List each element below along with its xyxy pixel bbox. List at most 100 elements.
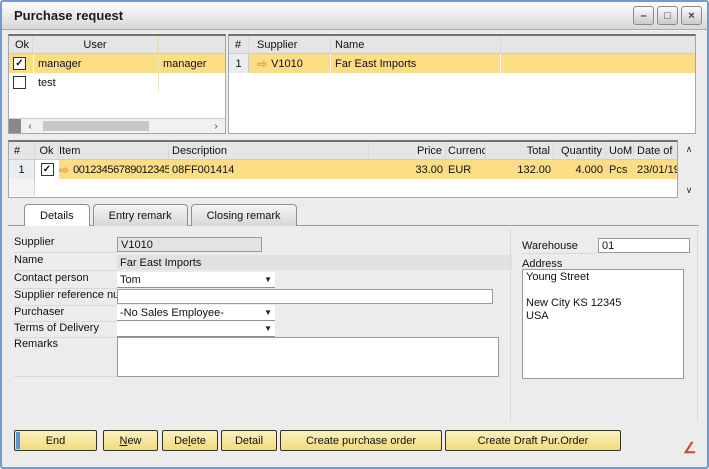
table-row[interactable]: test: [9, 73, 225, 92]
close-icon: ×: [688, 10, 694, 22]
item-currency-cell[interactable]: EUR: [446, 160, 486, 179]
users-table: Ok User ✓ manager manager test ‹ ›: [8, 34, 226, 134]
address-line: New City KS 12345: [526, 297, 680, 310]
items-header-price[interactable]: Price: [369, 142, 446, 159]
items-header-item[interactable]: Item: [59, 142, 169, 159]
panel-divider-right: [697, 230, 698, 422]
delete-button[interactable]: Delete: [162, 430, 218, 451]
check-icon: ✓: [15, 58, 23, 69]
item-date-cell[interactable]: 23/01/19: [634, 160, 677, 179]
new-button-label: ew: [127, 435, 141, 447]
items-header-quantity[interactable]: Quantity: [554, 142, 606, 159]
suppliers-header-extra: [501, 36, 695, 53]
tab-entry-remark[interactable]: Entry remark: [93, 204, 188, 226]
window-title: Purchase request: [14, 2, 123, 30]
suppliers-header-num[interactable]: #: [229, 36, 249, 53]
checkbox-checked[interactable]: ✓: [13, 57, 26, 70]
chevron-down-icon[interactable]: ▼: [264, 324, 272, 333]
item-total-cell[interactable]: 132.00: [486, 160, 554, 179]
supplier-reference-input[interactable]: [117, 289, 493, 304]
maximize-icon: □: [664, 10, 671, 22]
user-cell[interactable]: manager: [33, 54, 158, 73]
supplier-label: Supplier: [14, 236, 117, 253]
chevron-down-icon[interactable]: ▼: [264, 275, 272, 284]
items-header-description[interactable]: Description: [169, 142, 369, 159]
address-textarea[interactable]: Young Street New City KS 12345 USA: [522, 269, 684, 379]
address-line: Young Street: [526, 271, 680, 284]
item-code-cell[interactable]: ⇨ 001234567890123456: [59, 160, 169, 179]
link-arrow-icon[interactable]: ⇨: [59, 163, 69, 177]
scroll-right-icon[interactable]: ›: [210, 119, 222, 133]
contact-person-value: Tom: [120, 274, 141, 286]
scroll-down-icon[interactable]: ∨: [681, 185, 697, 196]
new-button[interactable]: New: [103, 430, 158, 451]
tab-details[interactable]: Details: [24, 204, 90, 226]
close-button[interactable]: ×: [681, 6, 702, 25]
users-header-ok[interactable]: Ok: [9, 36, 33, 53]
tab-bar: Details Entry remark Closing remark: [24, 204, 300, 226]
suppliers-table: # Supplier Name 1 ⇨ V1010 Far East Impor…: [228, 34, 696, 134]
link-arrow-icon[interactable]: ⇨: [257, 57, 267, 71]
maximize-button[interactable]: □: [657, 6, 678, 25]
suppliers-header-supplier[interactable]: Supplier: [249, 36, 331, 53]
warehouse-input[interactable]: 01: [598, 238, 690, 253]
contact-person-combo[interactable]: Tom ▼: [117, 272, 275, 288]
supplier-code-cell[interactable]: ⇨ V1010: [249, 54, 331, 73]
horizontal-scrollbar[interactable]: ‹ ›: [9, 118, 225, 133]
end-button-label: End: [46, 435, 66, 447]
purchaser-combo[interactable]: -No Sales Employee- ▼: [117, 305, 275, 321]
user-cell[interactable]: test: [33, 73, 158, 92]
delete-button-label: ete: [191, 435, 206, 447]
chevron-down-icon[interactable]: ▼: [264, 308, 272, 317]
item-description-cell[interactable]: 08FF001414: [169, 160, 369, 179]
contact-person-label: Contact person: [14, 272, 117, 289]
items-header-num[interactable]: #: [9, 142, 35, 159]
items-header-date[interactable]: Date of: [634, 142, 677, 159]
scroll-up-icon[interactable]: ∧: [681, 144, 697, 155]
detail-button[interactable]: Detail: [221, 430, 277, 451]
create-draft-purchase-order-button[interactable]: Create Draft Pur.Order: [445, 430, 621, 451]
scroll-left-icon[interactable]: ‹: [24, 119, 36, 133]
checkbox-checked[interactable]: ✓: [41, 163, 54, 176]
items-header-uom[interactable]: UoM: [606, 142, 634, 159]
supplier-field: V1010: [117, 237, 262, 252]
vertical-scrollbar[interactable]: ∧ ∨: [681, 142, 697, 198]
scrollbar-thumb[interactable]: [43, 121, 149, 131]
items-header-ok[interactable]: Ok: [35, 142, 59, 159]
item-uom-cell[interactable]: Pcs: [606, 160, 634, 179]
table-row[interactable]: 1 ⇨ V1010 Far East Imports: [229, 54, 695, 73]
user-value-cell[interactable]: [158, 73, 225, 92]
items-header-currency[interactable]: Currency: [446, 142, 486, 159]
suppliers-header-name[interactable]: Name: [331, 36, 501, 53]
delete-button-pre: De: [174, 435, 188, 447]
minimize-icon: –: [640, 10, 646, 22]
table-row[interactable]: ✓ manager manager: [9, 54, 225, 73]
name-label: Name: [14, 254, 117, 271]
panel-divider-left: [510, 230, 511, 422]
table-row[interactable]: 1 ✓ ⇨ 001234567890123456 08FF001414 33.0…: [9, 160, 677, 179]
minimize-button[interactable]: –: [633, 6, 654, 25]
items-header-total[interactable]: Total: [486, 142, 554, 159]
checkbox-unchecked[interactable]: [13, 76, 26, 89]
item-price-cell[interactable]: 33.00: [369, 160, 446, 179]
supplier-name-cell[interactable]: Far East Imports: [331, 54, 501, 73]
purchase-request-window: Purchase request – □ × Ok User ✓ manager…: [0, 0, 709, 469]
resize-handle-icon[interactable]: ∠: [683, 439, 696, 457]
scrollbar-corner: [9, 119, 21, 133]
item-quantity-cell[interactable]: 4.000: [554, 160, 606, 179]
suppliers-table-header: # Supplier Name: [229, 36, 695, 54]
remarks-textarea[interactable]: [117, 337, 499, 377]
detail-button-label: Detail: [235, 435, 263, 447]
end-button[interactable]: End: [14, 430, 97, 451]
warehouse-label: Warehouse: [522, 240, 596, 254]
create-purchase-order-label: Create purchase order: [306, 435, 416, 447]
create-draft-purchase-order-label: Create Draft Pur.Order: [478, 435, 589, 447]
create-purchase-order-button[interactable]: Create purchase order: [280, 430, 442, 451]
tab-closing-remark[interactable]: Closing remark: [191, 204, 297, 226]
terms-of-delivery-combo[interactable]: ▼: [117, 321, 275, 337]
terms-of-delivery-label: Terms of Delivery: [14, 322, 117, 338]
name-field: Far East Imports: [117, 255, 512, 270]
row-number-cell: 1: [9, 160, 35, 179]
users-header-user[interactable]: User: [33, 36, 158, 53]
user-value-cell[interactable]: manager: [158, 54, 225, 73]
